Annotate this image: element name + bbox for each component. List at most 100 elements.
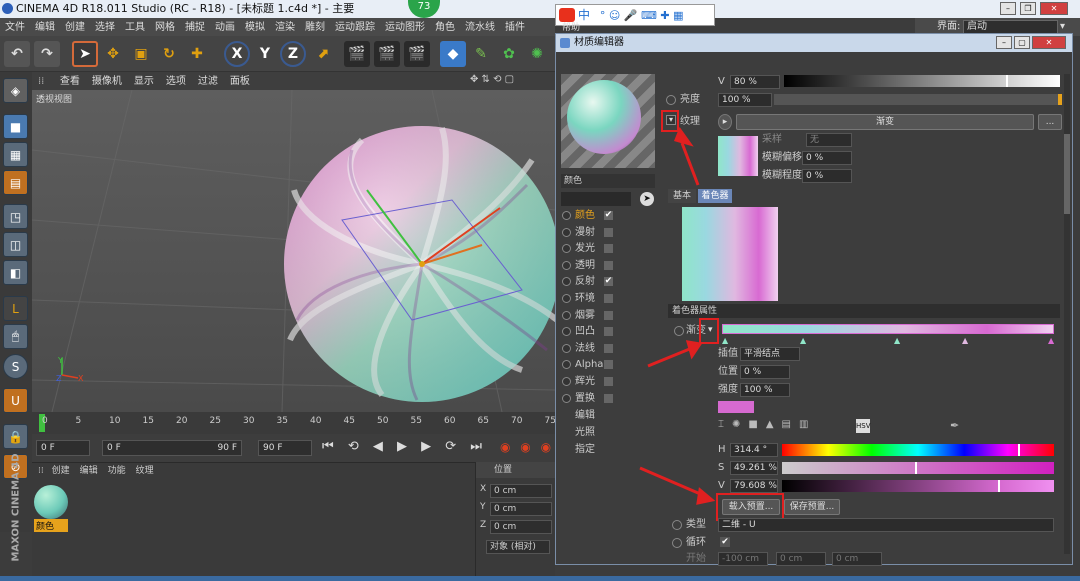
gradient-radio[interactable] [674, 326, 684, 336]
texture-menu-button[interactable]: ▸ [718, 114, 732, 130]
v-slider[interactable] [784, 75, 1060, 87]
channel-radio[interactable] [562, 310, 571, 320]
transform-icon[interactable]: ✚ [184, 41, 210, 67]
knot-3[interactable]: ▲ [894, 336, 900, 345]
points-mode-icon[interactable]: ◳ [3, 204, 28, 229]
material-slot-field[interactable] [561, 192, 631, 206]
material-manager-menu-item[interactable]: 创建 [47, 466, 75, 476]
cycle-radio[interactable] [672, 538, 682, 548]
menu-item[interactable]: 编辑 [30, 19, 60, 37]
lock-workplane-icon[interactable]: 🔒 [3, 424, 28, 449]
help-menu[interactable]: 帮助 [562, 20, 580, 33]
minimize-button[interactable]: – [1000, 2, 1016, 15]
interp-dropdown[interactable]: 平滑结点 [740, 347, 800, 361]
start-x-field[interactable]: -100 cm [718, 552, 768, 566]
channel-item[interactable]: 置换 [562, 391, 657, 407]
coord-system-icon[interactable]: ⬈ [310, 41, 336, 67]
cube-icon[interactable]: ◆ [440, 41, 466, 67]
scale-icon[interactable]: ▣ [128, 41, 154, 67]
material-thumbnail[interactable] [34, 485, 68, 519]
channel-item[interactable]: 颜色 ✔ [562, 208, 657, 224]
channel-item[interactable]: 反射 ✔ [562, 274, 657, 290]
polygons-mode-icon[interactable]: ◧ [3, 260, 28, 285]
blur-offset-field[interactable]: 0 % [802, 151, 852, 165]
coord-value-field[interactable]: 0 cm [490, 484, 552, 498]
knot-color-swatch[interactable] [718, 401, 754, 413]
edges-mode-icon[interactable]: ◫ [3, 232, 28, 257]
material-name-field[interactable]: 颜色 [561, 174, 655, 188]
eyedropper-icon[interactable]: ✒ [950, 419, 959, 432]
move-icon[interactable]: ✥ [100, 41, 126, 67]
render-settings-icon[interactable]: 🎬 [404, 41, 430, 67]
channel-radio[interactable] [562, 327, 571, 337]
v2-field[interactable]: 79.608 % [730, 479, 778, 493]
texture-more-button[interactable]: ... [1038, 114, 1062, 130]
knot-1[interactable]: ▲ [722, 336, 728, 345]
material-preview[interactable] [561, 74, 655, 168]
viewport-nav-icons[interactable]: ✥ ⇅ ⟲ ▢ [470, 74, 514, 85]
material-name-label[interactable]: 颜色 [34, 519, 68, 532]
menu-item[interactable]: 雕刻 [300, 19, 330, 37]
mat-scrollbar[interactable] [1064, 74, 1070, 554]
channel-checkbox[interactable] [604, 227, 613, 237]
menu-item[interactable]: 选择 [90, 19, 120, 37]
coord-mode-dropdown[interactable]: 对象 (相对) [486, 540, 550, 554]
brightness-field[interactable]: 100 % [718, 93, 772, 107]
channel-checkbox[interactable] [604, 377, 613, 386]
menu-item[interactable]: 捕捉 [180, 19, 210, 37]
select-arrow-icon[interactable]: ➤ [72, 41, 98, 67]
channel-radio[interactable] [562, 260, 571, 270]
channel-checkbox[interactable] [604, 343, 613, 353]
channel-item[interactable]: 烟雾 [562, 308, 657, 324]
min-frame-field[interactable]: 0 F 90 F [102, 440, 242, 456]
model-mode-icon[interactable]: ■ [3, 114, 28, 139]
editor-extra-item[interactable]: 光照 [562, 425, 657, 441]
snap-icon[interactable]: S [3, 354, 28, 379]
intensity-field[interactable]: 100 % [740, 383, 790, 397]
menu-item[interactable]: 流水线 [460, 19, 500, 37]
perspective-viewport[interactable]: 透视视图 Y X Z [32, 90, 555, 412]
brightness-slider[interactable] [774, 94, 1062, 105]
viewport-menu-item[interactable]: 过滤 [192, 73, 224, 91]
brightness-radio[interactable] [666, 95, 676, 105]
mat-close-button[interactable]: ✕ [1032, 36, 1066, 49]
ime-icons[interactable]: ° ☺ 🎤 ⌨ ✚ ▦ [600, 9, 684, 22]
layout-dropdown[interactable]: 启动 [963, 20, 1058, 34]
coord-value-field[interactable]: 0 cm [490, 502, 552, 516]
texture-mode-icon[interactable]: ▦ [3, 142, 28, 167]
y-axis-lock-button[interactable]: Y [252, 41, 278, 67]
render-picture-viewer-icon[interactable]: 🎬 [374, 41, 400, 67]
channel-checkbox[interactable]: ✔ [604, 277, 613, 287]
cycle-checkbox[interactable]: ✔ [720, 537, 730, 547]
channel-item[interactable]: 环境 [562, 291, 657, 307]
channel-radio[interactable] [562, 343, 571, 353]
menu-item[interactable]: 插件 [500, 19, 530, 37]
workplane-icon[interactable]: ▤ [3, 170, 28, 195]
start-z-field[interactable]: 0 cm [832, 552, 882, 566]
undo-icon[interactable]: ↶ [4, 41, 30, 67]
type-dropdown[interactable]: 二维 - U [718, 518, 1054, 532]
s-field[interactable]: 49.261 % [730, 461, 778, 475]
shader-preview[interactable] [682, 207, 778, 301]
channel-item[interactable]: 凹凸 [562, 324, 657, 340]
channel-item[interactable]: 透明 [562, 258, 657, 274]
viewport-menu-item[interactable]: 显示 [128, 73, 160, 91]
subdivision-icon[interactable]: ✿ [496, 41, 522, 67]
magnet-icon[interactable]: U [3, 388, 28, 413]
menu-item[interactable]: 渲染 [270, 19, 300, 37]
menu-item[interactable]: 运动跟踪 [330, 19, 380, 37]
menu-item[interactable]: 模拟 [240, 19, 270, 37]
mat-minimize-button[interactable]: – [996, 36, 1012, 49]
rotate-icon[interactable]: ↻ [156, 41, 182, 67]
editor-extra-item[interactable]: 编辑 [562, 408, 657, 424]
menu-item[interactable]: 网格 [150, 19, 180, 37]
channel-item[interactable]: 辉光 [562, 374, 657, 390]
editor-extra-item[interactable]: 指定 [562, 442, 657, 458]
tweak-mode-icon[interactable]: 🖱 [3, 324, 28, 349]
color-mode-icons[interactable]: ⌶✺■▲▤▥ [718, 419, 958, 433]
tab-shader[interactable]: 着色器 [698, 189, 732, 203]
material-manager-menu-item[interactable]: 功能 [103, 466, 131, 476]
channel-radio[interactable] [562, 360, 571, 370]
timeline-ruler[interactable]: 0 5 10 15 20 25 30 35 40 45 50 55 60 65 70 75 [32, 412, 556, 434]
menu-item[interactable]: 角色 [430, 19, 460, 37]
